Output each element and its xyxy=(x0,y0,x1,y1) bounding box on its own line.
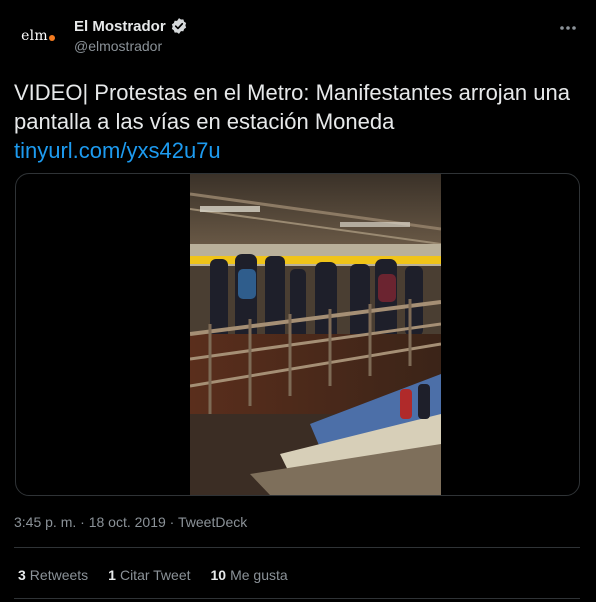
tweet-header: elm El Mostrador @elmostrador xyxy=(14,12,582,62)
retweets-stat[interactable]: 3 Retweets xyxy=(18,567,88,583)
likes-count: 10 xyxy=(210,567,227,583)
author-display-name[interactable]: El Mostrador xyxy=(74,18,166,35)
divider xyxy=(14,547,580,548)
quotes-count: 1 xyxy=(108,567,116,583)
author-handle[interactable]: @elmostrador xyxy=(74,38,162,54)
likes-stat[interactable]: 10 Me gusta xyxy=(211,567,288,583)
video-player[interactable] xyxy=(15,173,580,496)
retweets-count: 3 xyxy=(18,567,26,583)
avatar-logo-dot xyxy=(48,35,55,41)
video-thumbnail[interactable] xyxy=(190,174,441,495)
tweet-meta: 3:45 p. m. · 18 oct. 2019 · TweetDeck xyxy=(14,514,247,530)
name-row: El Mostrador xyxy=(74,17,188,35)
avatar-logo-text: elm xyxy=(21,28,48,44)
quotes-label: Citar Tweet xyxy=(119,567,191,583)
tweet-stats: 3 Retweets 1 Citar Tweet 10 Me gusta xyxy=(18,567,308,583)
tweet-date[interactable]: 18 oct. 2019 xyxy=(89,514,166,530)
likes-label: Me gusta xyxy=(230,567,288,583)
tweet-text: VIDEO| Protestas en el Metro: Manifestan… xyxy=(14,78,574,165)
meta-separator: · xyxy=(169,514,175,530)
verified-badge-icon xyxy=(171,18,186,34)
tweet-link[interactable]: tinyurl.com/yxs42u7u xyxy=(14,138,221,163)
retweets-label: Retweets xyxy=(29,567,89,583)
tweet-source[interactable]: TweetDeck xyxy=(178,514,247,530)
tweet-time[interactable]: 3:45 p. m. xyxy=(14,514,76,530)
more-options-icon[interactable] xyxy=(558,18,578,38)
meta-separator: · xyxy=(80,514,85,530)
tweet-body: VIDEO| Protestas en el Metro: Manifestan… xyxy=(14,80,570,134)
quotes-stat[interactable]: 1 Citar Tweet xyxy=(108,567,190,583)
avatar[interactable]: elm xyxy=(14,12,62,60)
divider xyxy=(14,598,580,599)
